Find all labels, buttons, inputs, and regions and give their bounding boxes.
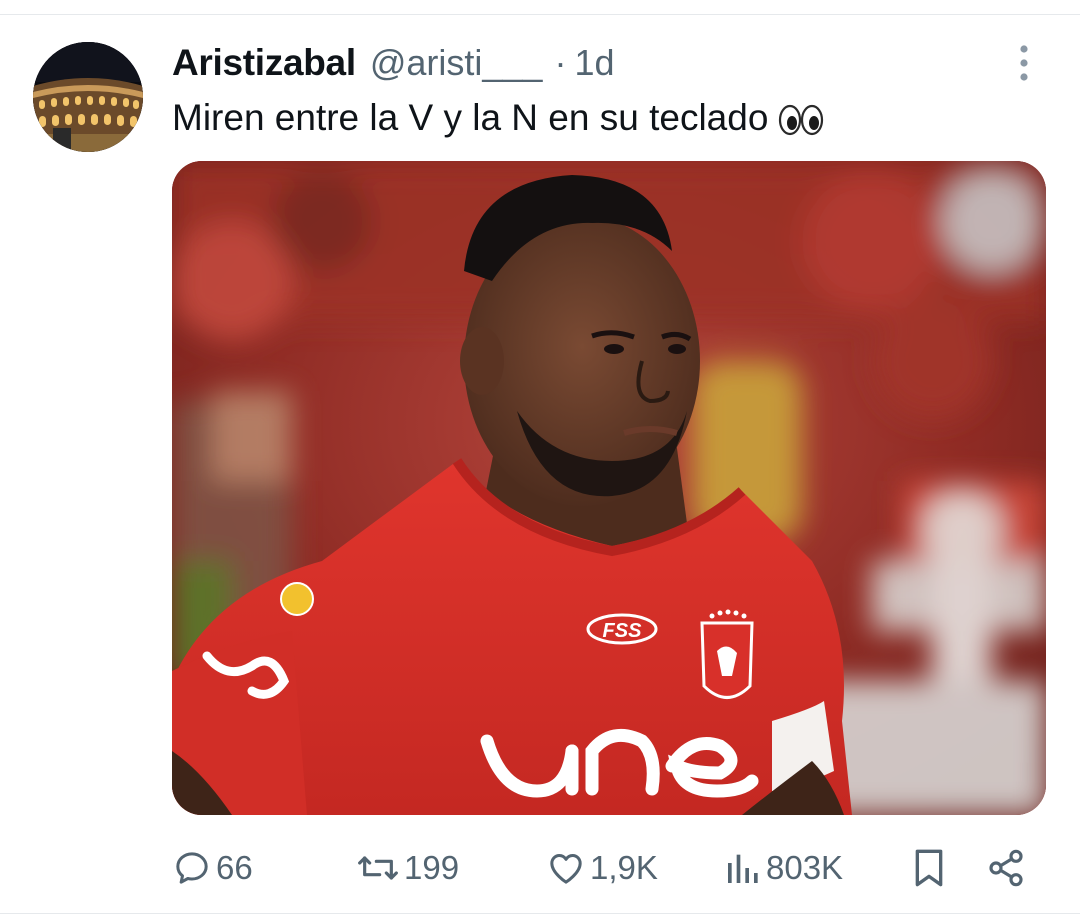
- share-icon: [989, 849, 1023, 887]
- user-handle[interactable]: @aristi___: [370, 42, 543, 84]
- repost-icon: [358, 856, 398, 880]
- more-icon: [1020, 45, 1028, 81]
- like-icon: [550, 854, 582, 884]
- avatar[interactable]: [33, 42, 143, 152]
- separator-dot: ·: [554, 42, 567, 83]
- reply-icon: [176, 852, 208, 884]
- like-count: 1,9K: [590, 849, 658, 886]
- reply-button[interactable]: 66: [172, 840, 253, 896]
- player-photo: FSS: [172, 161, 1046, 815]
- reply-count: 66: [216, 849, 253, 886]
- eyes-emoji-icon: [778, 100, 824, 148]
- top-divider: [0, 0, 1080, 15]
- tweet-media-image[interactable]: FSS: [172, 161, 1046, 815]
- colosseum-image: [33, 42, 143, 152]
- views-button[interactable]: 803K: [724, 840, 843, 896]
- repost-button[interactable]: 199: [356, 840, 459, 896]
- timestamp[interactable]: 1d: [574, 42, 614, 84]
- bookmark-button[interactable]: [909, 840, 949, 896]
- repost-count: 199: [404, 849, 460, 886]
- tweet-text-content: Miren entre la V y la N en su teclado: [172, 97, 769, 138]
- tweet-header: Aristizabal @aristi___ · 1d: [172, 38, 615, 88]
- action-bar: 66 199 1,9K 803K: [0, 840, 1080, 896]
- club-crest: [700, 609, 754, 699]
- bottom-divider: [0, 913, 1080, 914]
- views-count: 803K: [766, 849, 844, 886]
- like-button[interactable]: 1,9K: [546, 840, 658, 896]
- display-name[interactable]: Aristizabal: [172, 42, 356, 84]
- tweet-text: Miren entre la V y la N en su teclado: [172, 94, 1052, 148]
- more-button[interactable]: [1004, 40, 1044, 86]
- views-icon: [728, 854, 758, 883]
- bookmark-icon: [915, 849, 943, 887]
- share-button[interactable]: [986, 840, 1026, 896]
- svg-text:FSS: FSS: [603, 620, 643, 642]
